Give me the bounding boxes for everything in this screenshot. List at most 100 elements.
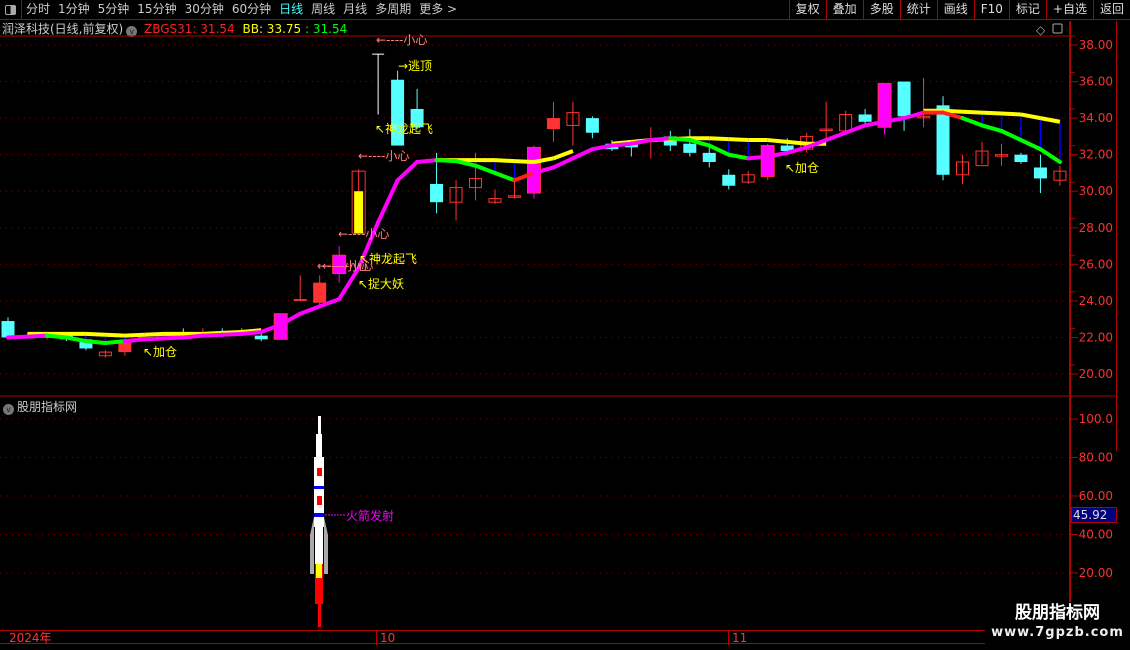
zbgs-line-segment xyxy=(200,332,225,338)
indicator-tick-label: 60.00 xyxy=(1079,489,1113,503)
price-tick-label: 20.00 xyxy=(1079,367,1113,381)
date-label: 10 xyxy=(376,631,395,645)
candle-body xyxy=(585,118,599,133)
zbgs-line-segment xyxy=(44,333,69,340)
watermark-url: www.7gpzb.com xyxy=(991,625,1124,640)
zbgs-line-segment xyxy=(122,337,147,344)
zbgs-line-segment xyxy=(395,159,420,183)
rocket-signal-label: 火箭发射 xyxy=(346,508,394,523)
bb-line-segment xyxy=(787,139,807,146)
price-tick-label: 22.00 xyxy=(1079,330,1113,344)
candle-body xyxy=(1033,167,1047,179)
date-axis: 2024年 10 11 xyxy=(0,630,1130,645)
zbgs-line-segment xyxy=(960,116,984,128)
signal-annotation: ←----小心 xyxy=(322,259,373,273)
zbgs-line-segment xyxy=(6,334,30,340)
candle-body xyxy=(722,174,736,186)
zbgs-line-segment xyxy=(376,178,400,225)
bb-line-segment xyxy=(767,138,788,144)
zbgs-line-segment xyxy=(415,158,439,164)
bb-line-segment xyxy=(1020,112,1041,121)
indicator-tick-label: 80.00 xyxy=(1079,451,1113,465)
candle-body xyxy=(683,143,697,153)
signal-annotation: ←----小心 xyxy=(338,227,389,241)
signal-annotation: ↖神龙起飞 xyxy=(375,122,433,136)
zbgs-line-segment xyxy=(551,156,575,170)
signal-annotation: →逃顶 xyxy=(398,59,432,73)
signal-annotation: ↖捉大妖 xyxy=(358,276,404,291)
zbgs-line-segment xyxy=(142,336,166,342)
rocket-flame-core xyxy=(316,564,322,578)
current-value-badge: 45.92 xyxy=(1071,507,1117,523)
signal-annotation: ←----小心 xyxy=(358,149,409,163)
price-tick-label: 36.00 xyxy=(1079,75,1113,89)
candle-body xyxy=(760,145,775,178)
date-label: 2024年 xyxy=(9,631,52,645)
indicator-title: v 股朋指标网 xyxy=(3,398,77,415)
rocket-stripe xyxy=(314,486,324,489)
rocket-icon xyxy=(318,416,321,436)
zbgs-line-segment xyxy=(648,136,673,143)
zbgs-line-segment xyxy=(843,123,868,135)
signal-annotation: ↖加仓 xyxy=(143,345,177,359)
indicator-tick-label: 40.00 xyxy=(1079,528,1113,542)
candle-body xyxy=(430,183,444,203)
bb-line-segment xyxy=(552,149,574,161)
candle-body xyxy=(1014,154,1028,162)
price-tick-label: 38.00 xyxy=(1079,38,1113,52)
indicator-tick-label: 20.00 xyxy=(1079,566,1113,580)
zbgs-line-segment xyxy=(298,304,322,316)
zbgs-line-segment xyxy=(220,331,244,337)
zbgs-line-segment xyxy=(746,154,770,161)
bb-line-segment xyxy=(514,159,535,164)
zbgs-line-segment xyxy=(493,170,517,183)
watermark-logo: 股朋指标网 www.7gpzb.com xyxy=(985,602,1130,650)
zbgs-line-segment xyxy=(1038,147,1062,164)
zbgs-line-segment xyxy=(668,136,692,143)
bb-line-segment xyxy=(1001,111,1022,117)
price-tick-label: 30.00 xyxy=(1079,184,1113,198)
zbgs-line-segment xyxy=(64,335,88,344)
zbgs-line-segment xyxy=(25,333,49,339)
bb-line-segment xyxy=(981,110,1002,116)
rocket-flame xyxy=(318,600,321,627)
zbgs-line-segment xyxy=(161,335,186,341)
date-label: 11 xyxy=(728,631,747,645)
price-tick-label: 28.00 xyxy=(1079,221,1113,235)
candle-body xyxy=(702,152,716,162)
price-tick-label: 34.00 xyxy=(1079,111,1113,125)
zbgs-line-segment xyxy=(181,333,205,340)
panel-toggle-icon xyxy=(1052,23,1063,34)
rocket-window xyxy=(317,468,322,476)
candle-body xyxy=(897,81,911,117)
side-tabs xyxy=(1116,21,1130,451)
dropdown-icon[interactable]: v xyxy=(3,404,14,415)
bb-line-segment xyxy=(494,158,515,164)
zbgs-line-segment xyxy=(1018,138,1043,152)
bb-line-segment xyxy=(85,331,106,337)
diamond-icon: ◇ xyxy=(1036,23,1046,37)
candle-body xyxy=(1,321,15,338)
zbgs-line-segment xyxy=(999,128,1023,143)
zbgs-line-segment xyxy=(980,123,1004,133)
signal-annotation: ←----小心 xyxy=(376,33,427,47)
bb-line-segment xyxy=(124,332,145,338)
kline-chart[interactable]: 20.00 22.00 24.00 26.00 28.00 30.00 32.00 34.00… xyxy=(0,0,1130,650)
candle-body xyxy=(546,118,560,130)
zbgs-line-segment xyxy=(83,339,108,345)
zbgs-line-segment xyxy=(824,130,848,143)
bb-line-segment xyxy=(709,136,729,142)
zbgs-line-segment xyxy=(570,147,595,161)
bb-line-segment xyxy=(1040,116,1061,124)
rocket-fin xyxy=(310,517,314,574)
candle-body xyxy=(254,335,268,340)
indicator-tick-label: 100.0 xyxy=(1079,412,1113,426)
price-tick-label: 26.00 xyxy=(1079,257,1113,271)
price-tick-label: 24.00 xyxy=(1079,294,1113,308)
candle-body xyxy=(293,299,307,301)
bb-line-segment xyxy=(144,331,164,337)
rocket-body xyxy=(316,434,322,459)
zbgs-line-segment xyxy=(609,141,634,148)
zbgs-line-segment xyxy=(239,329,264,336)
bb-line-segment xyxy=(728,137,749,143)
